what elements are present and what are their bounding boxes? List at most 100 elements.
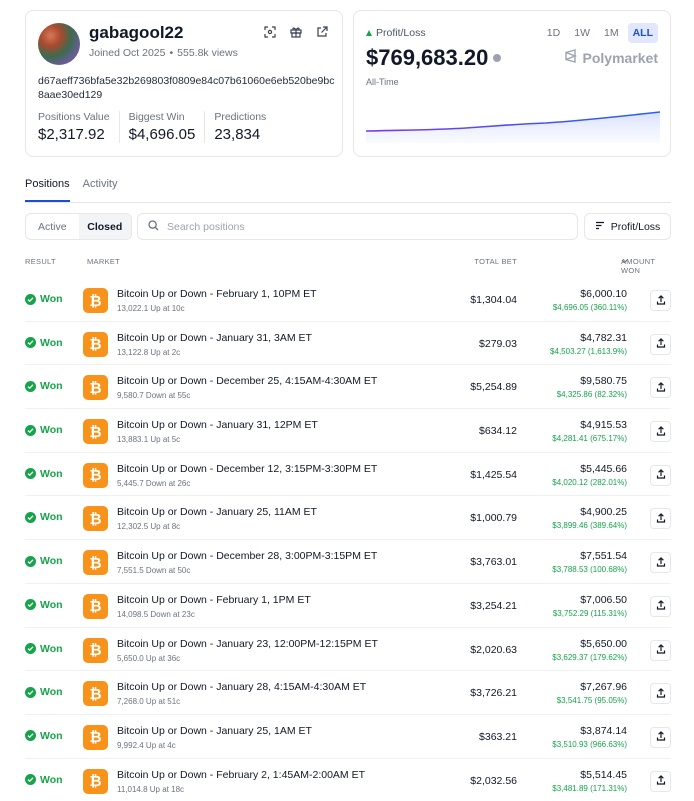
row-profit: $4,503.27 (1,613.9%) (550, 346, 627, 356)
result-cell: Won (25, 555, 63, 567)
market-position: 5,445.7 Down at 26c (117, 478, 191, 488)
table-row[interactable]: Won ₿ Bitcoin Up or Down - January 31, 3… (25, 322, 671, 366)
range-1m[interactable]: 1M (599, 23, 624, 43)
amount-won: $5,445.66 (580, 462, 627, 475)
filter-active-button[interactable]: Active (26, 214, 79, 239)
bitcoin-icon: ₿ (83, 768, 108, 794)
result-label: Won (40, 598, 63, 611)
share-button[interactable] (650, 333, 671, 355)
market-title[interactable]: Bitcoin Up or Down - December 12, 3:15PM… (117, 463, 377, 475)
table-row[interactable]: Won ₿ Bitcoin Up or Down - January 23, 1… (25, 628, 671, 672)
check-circle-icon (25, 380, 36, 392)
header-total-bet[interactable]: TOTAL BET (474, 257, 517, 266)
table-row[interactable]: Won ₿ Bitcoin Up or Down - December 28, … (25, 540, 671, 584)
market-title[interactable]: Bitcoin Up or Down - January 23, 12:00PM… (117, 638, 378, 650)
result-cell: Won (25, 774, 63, 786)
market-title[interactable]: Bitcoin Up or Down - January 28, 4:15AM-… (117, 681, 366, 693)
market-title[interactable]: Bitcoin Up or Down - December 28, 3:00PM… (117, 550, 377, 562)
table-row[interactable]: Won ₿ Bitcoin Up or Down - February 1, 1… (25, 584, 671, 628)
table-row[interactable]: Won ₿ Bitcoin Up or Down - February 1, 1… (25, 278, 671, 322)
bitcoin-icon: ₿ (83, 593, 108, 619)
share-button[interactable] (650, 508, 671, 530)
check-circle-icon (25, 686, 36, 698)
market-title[interactable]: Bitcoin Up or Down - February 1, 1PM ET (117, 594, 311, 606)
market-title[interactable]: Bitcoin Up or Down - January 25, 11AM ET (117, 506, 317, 518)
share-button[interactable] (650, 726, 671, 748)
bitcoin-icon: ₿ (83, 375, 108, 401)
range-1d[interactable]: 1D (542, 23, 565, 43)
search-input[interactable] (167, 220, 567, 233)
table-row[interactable]: Won ₿ Bitcoin Up or Down - December 25, … (25, 365, 671, 410)
tab-activity[interactable]: Activity (83, 178, 118, 202)
table-row[interactable]: Won ₿ Bitcoin Up or Down - January 31, 1… (25, 409, 671, 453)
share-button[interactable] (650, 639, 671, 661)
total-bet: $634.12 (479, 425, 517, 438)
sort-profit-loss-button[interactable]: Profit/Loss (584, 213, 671, 240)
range-1w[interactable]: 1W (569, 23, 595, 43)
table-row[interactable]: Won ₿ Bitcoin Up or Down - January 25, 1… (25, 496, 671, 541)
market-title[interactable]: Bitcoin Up or Down - February 1, 10PM ET (117, 288, 317, 300)
share-button[interactable] (650, 377, 671, 399)
row-profit: $3,752.29 (115.31%) (552, 608, 627, 618)
table-row[interactable]: Won ₿ Bitcoin Up or Down - January 25, 1… (25, 715, 671, 759)
bitcoin-icon: ₿ (83, 724, 108, 750)
total-bet: $363.21 (479, 730, 517, 743)
result-label: Won (40, 773, 63, 786)
table-row[interactable]: Won ₿ Bitcoin Up or Down - February 2, 1… (25, 759, 671, 801)
share-button[interactable] (650, 421, 671, 443)
share-icon (656, 597, 666, 615)
gift-icon[interactable] (290, 26, 302, 38)
tab-positions[interactable]: Positions (25, 178, 70, 202)
share-button[interactable] (650, 464, 671, 486)
external-link-icon[interactable] (316, 26, 328, 38)
share-button[interactable] (650, 290, 671, 311)
check-circle-icon (25, 774, 36, 786)
market-position: 7,551.5 Down at 50c (117, 566, 191, 576)
share-button[interactable] (650, 770, 671, 792)
share-icon (656, 685, 666, 703)
share-icon (656, 335, 666, 353)
avatar[interactable] (38, 23, 80, 65)
pnl-value: $769,683.20 (366, 45, 502, 71)
market-title[interactable]: Bitcoin Up or Down - December 25, 4:15AM… (117, 375, 377, 387)
table-row[interactable]: Won ₿ Bitcoin Up or Down - January 28, 4… (25, 671, 671, 715)
amount-won: $5,514.45 (580, 768, 627, 781)
view-count: 555.8k views (177, 47, 238, 59)
result-cell: Won (25, 424, 63, 436)
filter-closed-button[interactable]: Closed (78, 214, 131, 239)
result-cell: Won (25, 468, 63, 480)
scan-icon[interactable] (264, 26, 276, 38)
result-cell: Won (25, 511, 63, 523)
result-label: Won (40, 642, 63, 655)
info-icon[interactable] (493, 54, 502, 62)
market-position: 14,098.5 Down at 23c (117, 609, 195, 619)
total-bet: $1,425.54 (470, 468, 517, 481)
polymarket-logo-icon (564, 49, 578, 66)
sort-icon (595, 221, 605, 233)
market-position: 9,992.4 Up at 4c (117, 740, 176, 750)
wallet-address[interactable]: d67aeff736bfa5e32b269803f0809e84c07b6106… (38, 74, 338, 102)
market-position: 5,650.0 Up at 36c (117, 653, 181, 663)
market-title[interactable]: Bitcoin Up or Down - January 31, 12PM ET (117, 419, 318, 431)
share-button[interactable] (650, 683, 671, 705)
amount-won: $7,551.54 (580, 550, 627, 563)
bitcoin-icon: ₿ (83, 637, 108, 663)
result-cell: Won (25, 730, 63, 742)
check-circle-icon (25, 337, 36, 349)
share-button[interactable] (650, 552, 671, 574)
share-button[interactable] (650, 595, 671, 617)
row-profit: $3,788.53 (100.68%) (552, 565, 627, 575)
range-all[interactable]: ALL (627, 23, 658, 43)
market-title[interactable]: Bitcoin Up or Down - January 25, 1AM ET (117, 725, 312, 737)
market-title[interactable]: Bitcoin Up or Down - February 2, 1:45AM-… (117, 769, 365, 781)
row-profit: $4,020.12 (282.01%) (552, 477, 627, 487)
check-circle-icon (25, 424, 36, 436)
pnl-period: All-Time (366, 77, 399, 87)
main-tabs: Positions Activity (25, 178, 117, 202)
market-title[interactable]: Bitcoin Up or Down - January 31, 3AM ET (117, 332, 312, 344)
row-profit: $3,510.93 (966.63%) (552, 739, 627, 749)
total-bet: $1,000.79 (470, 512, 517, 525)
amount-won: $4,782.31 (580, 331, 627, 344)
market-position: 7,268.0 Up at 51c (117, 697, 181, 707)
table-row[interactable]: Won ₿ Bitcoin Up or Down - December 12, … (25, 453, 671, 497)
